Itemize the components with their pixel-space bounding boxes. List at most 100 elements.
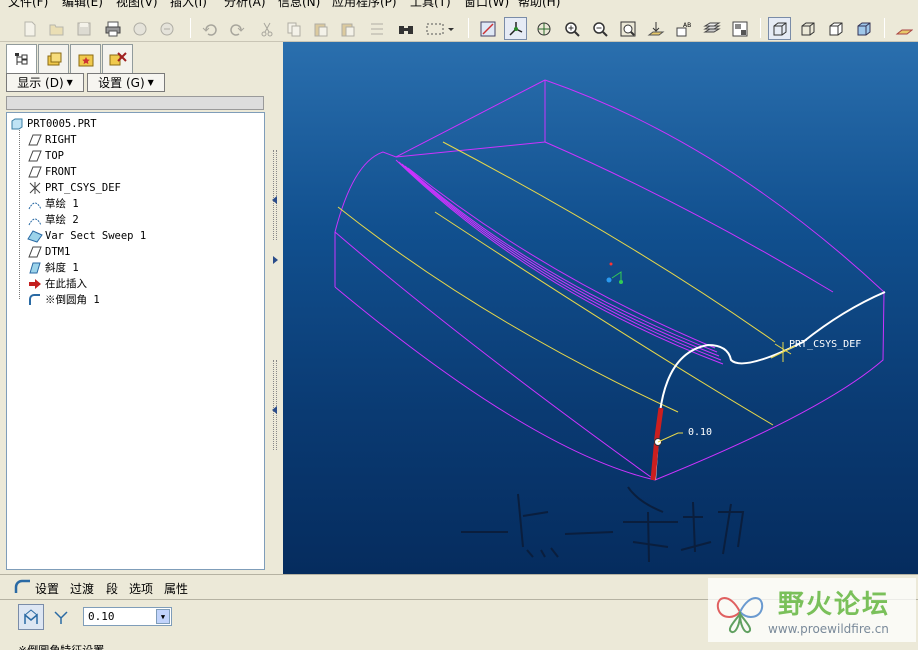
no-hidden-icon[interactable] xyxy=(824,17,847,40)
menu-analysis[interactable]: 分析(A) xyxy=(224,0,266,8)
expand-right-icon[interactable] xyxy=(271,255,279,265)
tree-item-draft[interactable]: 斜度 1 xyxy=(27,260,79,275)
tree-item-top[interactable]: TOP xyxy=(27,148,64,163)
save-icon[interactable] xyxy=(72,17,95,40)
send-icon[interactable] xyxy=(128,17,151,40)
favorites-icon xyxy=(78,54,93,67)
find-icon[interactable] xyxy=(394,17,417,40)
tree-item-label: 斜度 1 xyxy=(45,262,79,274)
repaint-icon[interactable] xyxy=(476,17,499,40)
tree-item-label: 草绘 1 xyxy=(45,198,79,210)
menu-edit[interactable]: 编辑(E) xyxy=(62,0,103,8)
folder-browser-icon xyxy=(47,52,61,66)
tab-properties[interactable]: 属性 xyxy=(164,580,188,597)
menu-window[interactable]: 窗口(W) xyxy=(464,0,509,8)
handwriting-annotation xyxy=(461,486,745,563)
new-icon[interactable] xyxy=(18,17,41,40)
menu-info[interactable]: 信息(N) xyxy=(278,0,320,8)
spin-center-icon[interactable] xyxy=(504,17,527,40)
tree-item-label: 在此插入 xyxy=(45,278,87,290)
graphics-window[interactable]: PRT_CSYS_DEF 0.10 xyxy=(283,42,918,574)
transition-mode-button[interactable] xyxy=(48,604,74,630)
tree-item-label: Var Sect Sweep 1 xyxy=(45,229,147,242)
datum-plane-icon xyxy=(27,149,43,163)
tree-item-sweep[interactable]: Var Sect Sweep 1 xyxy=(27,228,146,243)
sketch-icon xyxy=(27,197,43,211)
redo-icon[interactable] xyxy=(225,17,248,40)
datum-display-icon[interactable] xyxy=(892,17,915,40)
datum-axis-icon[interactable]: AB xyxy=(672,17,695,40)
hidden-line-icon[interactable] xyxy=(796,17,819,40)
open-icon[interactable] xyxy=(45,17,68,40)
menu-view[interactable]: 视图(V) xyxy=(116,0,158,8)
round-radius-dimension[interactable]: 0.10 xyxy=(688,427,712,438)
display-dropdown[interactable]: 显示 (D) ▼ xyxy=(6,73,84,92)
tab-options[interactable]: 选项 xyxy=(129,580,153,597)
model-tree: PRT0005.PRT RIGHT TOP FRONT PRT_CSYS_DEF… xyxy=(6,112,265,570)
butterfly-logo-icon xyxy=(716,597,764,634)
zoom-in-icon[interactable] xyxy=(560,17,583,40)
model-wireframe[interactable] xyxy=(283,42,918,574)
wireframe-icon[interactable] xyxy=(768,17,791,40)
menubar: 文件(F) 编辑(E) 视图(V) 插入(I) 分析(A) 信息(N) 应用程序… xyxy=(0,0,918,8)
tree-item-round[interactable]: ※倒圆角 1 xyxy=(27,292,100,307)
copy-icon[interactable] xyxy=(282,17,305,40)
view-manager-icon[interactable] xyxy=(728,17,751,40)
regenerate-icon[interactable] xyxy=(365,17,388,40)
collapse-left-icon[interactable] xyxy=(271,405,279,415)
panel-splitter[interactable] xyxy=(270,42,283,574)
tree-item-dtm1[interactable]: DTM1 xyxy=(27,244,70,259)
tree-item-sketch1[interactable]: 草绘 1 xyxy=(27,196,79,211)
folder-tab[interactable] xyxy=(38,44,69,73)
menu-tools[interactable]: 工具(T) xyxy=(410,0,451,8)
cut-icon[interactable] xyxy=(255,17,278,40)
tree-item-front[interactable]: FRONT xyxy=(27,164,77,179)
undo-icon[interactable] xyxy=(198,17,221,40)
tree-root[interactable]: PRT0005.PRT xyxy=(9,116,97,131)
menu-file[interactable]: 文件(F) xyxy=(8,0,48,8)
tree-item-csys[interactable]: PRT_CSYS_DEF xyxy=(27,180,121,195)
paste-icon[interactable] xyxy=(309,17,332,40)
layer-tab[interactable] xyxy=(102,44,133,73)
radius-input[interactable]: 0.10 ▼ xyxy=(83,607,172,626)
layers-icon[interactable] xyxy=(700,17,723,40)
paste-special-icon[interactable] xyxy=(336,17,359,40)
sketch-icon xyxy=(27,213,43,227)
menu-help[interactable]: 帮助(H) xyxy=(518,0,560,8)
tree-item-label: PRT0005.PRT xyxy=(27,117,97,130)
insert-arrow-icon xyxy=(27,277,43,291)
refit-icon[interactable] xyxy=(616,17,639,40)
datum-plane-icon[interactable] xyxy=(644,17,667,40)
menu-applications[interactable]: 应用程序(P) xyxy=(332,0,397,8)
tree-item-label: FRONT xyxy=(45,165,77,178)
tab-segments[interactable]: 段 xyxy=(106,580,118,597)
print-icon[interactable] xyxy=(101,17,124,40)
shading-icon[interactable] xyxy=(852,17,875,40)
sweep-profile-edge[interactable] xyxy=(654,291,886,481)
tree-filter-bar[interactable] xyxy=(6,96,264,110)
dimension-leader xyxy=(657,432,683,443)
set-mode-button[interactable] xyxy=(18,604,44,630)
menu-insert[interactable]: 插入(I) xyxy=(170,0,207,8)
part-icon xyxy=(9,117,25,131)
send-mail-icon[interactable] xyxy=(155,17,178,40)
tree-item-sketch2[interactable]: 草绘 2 xyxy=(27,212,79,227)
watermark-url: www.proewildfire.cn xyxy=(768,622,889,636)
tab-settings[interactable]: 设置 xyxy=(35,580,59,597)
chevron-down-icon[interactable]: ▼ xyxy=(156,609,170,624)
tab-transition[interactable]: 过渡 xyxy=(70,580,94,597)
tree-item-label: RIGHT xyxy=(45,133,77,146)
collapse-left-icon[interactable] xyxy=(271,195,279,205)
zoom-out-icon[interactable] xyxy=(588,17,611,40)
tree-item-insert-here[interactable]: 在此插入 xyxy=(27,276,87,291)
orient-icon[interactable] xyxy=(532,17,555,40)
model-tree-icon xyxy=(14,53,27,65)
settings-dropdown[interactable]: 设置 (G) ▼ xyxy=(87,73,165,92)
navigator-panel: 显示 (D) ▼ 设置 (G) ▼ PRT0005.PRT RIGHT TOP … xyxy=(0,42,270,574)
tree-item-right[interactable]: RIGHT xyxy=(27,132,77,147)
select-box-icon[interactable] xyxy=(423,17,457,40)
settings-label: 设置 (G) xyxy=(98,76,145,90)
model-tree-tab[interactable] xyxy=(6,44,37,75)
display-label: 显示 (D) xyxy=(17,76,64,90)
favorites-tab[interactable] xyxy=(70,44,101,73)
